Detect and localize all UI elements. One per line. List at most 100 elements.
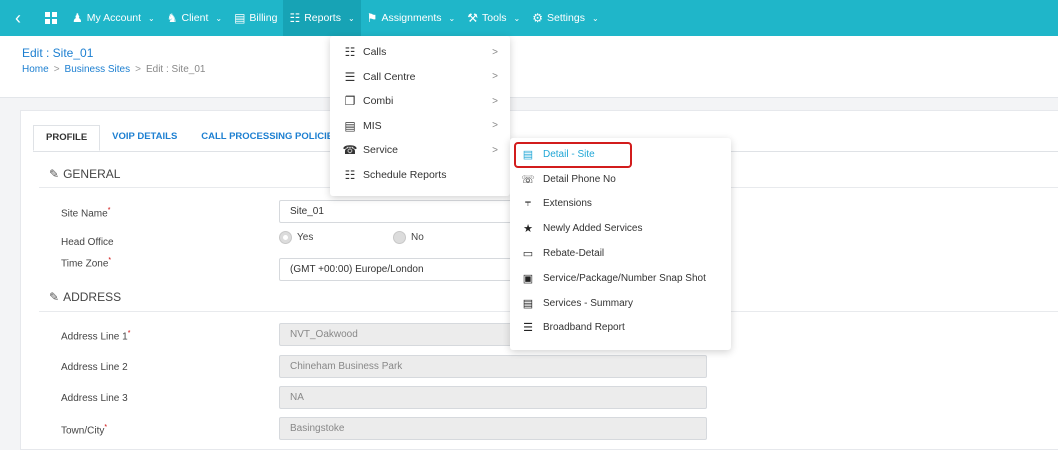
submenu-item-label: Detail - Site (543, 148, 595, 160)
nav-settings[interactable]: ⚙ Settings ⌄ (526, 0, 604, 36)
tab-voip-details[interactable]: VOIP DETAILS (100, 125, 189, 151)
menu-item-label: Service (363, 144, 399, 157)
nav-tools[interactable]: ⚒ Tools ⌄ (461, 0, 526, 36)
menu-item-label: Combi (363, 95, 394, 108)
menu-item-mis[interactable]: ▤ MIS > (330, 114, 510, 139)
menu-item-schedule-reports[interactable]: ☷ Schedule Reports (330, 163, 510, 188)
menu-item-call-centre[interactable]: ☰ Call Centre > (330, 65, 510, 90)
address-line-2-label: Address Line 2 (61, 362, 128, 373)
chevron-down-icon: ⌄ (215, 13, 223, 23)
users-icon: ♞ (166, 11, 178, 25)
address-heading-text: ADDRESS (63, 290, 122, 304)
user-icon: ♟ (72, 11, 83, 25)
reports-dropdown-menu: ☷ Calls > ☰ Call Centre > ❐ Combi > ▤ MI… (330, 36, 510, 196)
nav-client[interactable]: ♞ Client ⌄ (161, 0, 228, 36)
required-marker: * (104, 424, 108, 431)
tab-bar: PROFILE VOIP DETAILS CALL PROCESSING POL… (33, 125, 351, 151)
address-line-3-input[interactable]: NA (279, 386, 707, 409)
nav-my-account[interactable]: ♟ My Account ⌄ (66, 0, 161, 36)
chevron-down-icon: ⌄ (148, 13, 155, 23)
assign-icon: ⚑ (366, 11, 378, 25)
submenu-item-rebate-detail[interactable]: ▭ Rebate-Detail (510, 241, 731, 266)
nav-reports[interactable]: ☷ Reports ⌄ (283, 0, 361, 36)
menu-item-calls[interactable]: ☷ Calls > (330, 40, 510, 65)
tab-call-processing-policies[interactable]: CALL PROCESSING POLICIES (189, 125, 351, 151)
submenu-item-newly-added-services[interactable]: ★ Newly Added Services (510, 216, 731, 241)
gear-icon: ⚙ (532, 11, 543, 25)
back-chevron-icon[interactable]: ‹ (0, 0, 36, 36)
nav-assignments[interactable]: ⚑ Assignments ⌄ (361, 0, 462, 36)
breadcrumb-current: Edit : Site_01 (145, 64, 206, 75)
chevron-down-icon: ⌄ (448, 13, 456, 23)
nav-label: Client (181, 12, 209, 24)
address-line-2-input[interactable]: Chineham Business Park (279, 355, 707, 378)
head-office-no-radio[interactable]: No (393, 231, 424, 244)
address-line-1-label-text: Address Line 1 (61, 331, 128, 343)
submenu-item-extensions[interactable]: ⫧ Extensions (510, 192, 731, 217)
radio-selected-icon (279, 231, 292, 244)
submenu-item-detail-phone-no[interactable]: ☏ Detail Phone No (510, 167, 731, 192)
breadcrumb-business-sites[interactable]: Business Sites (65, 64, 131, 75)
phone-book-icon: ☏ (521, 173, 535, 186)
radio-no-label: No (411, 232, 424, 243)
top-nav-bar: ‹ ♟ My Account ⌄ ♞ Client ⌄ ▤ Billing ☷ … (0, 0, 1058, 36)
submenu-item-services-summary[interactable]: ▤ Services - Summary (510, 291, 731, 316)
site-name-label-text: Site Name (61, 208, 108, 220)
document-icon: ▤ (522, 148, 534, 161)
nav-label: Billing (249, 12, 278, 24)
submenu-item-label: Detail Phone No (543, 173, 616, 185)
document-icon: ☰ (344, 69, 356, 84)
town-city-label-text: Town/City (61, 425, 105, 437)
submenu-item-label: Service/Package/Number Snap Shot (543, 272, 706, 284)
submenu-item-broadband-report[interactable]: ☰ Broadband Report (510, 316, 731, 341)
town-city-input[interactable]: Basingstoke (279, 417, 707, 440)
chevron-right-icon: > (492, 95, 498, 107)
submenu-item-detail-site[interactable]: ▤ Detail - Site (510, 142, 731, 167)
nav-label: Settings (547, 12, 585, 24)
chevron-down-icon: ⌄ (513, 13, 521, 23)
general-heading-text: GENERAL (63, 167, 121, 181)
submenu-item-snapshot[interactable]: ▣ Service/Package/Number Snap Shot (510, 266, 731, 291)
copy-icon: ❐ (344, 94, 356, 109)
nav-label: Reports (304, 12, 341, 24)
chevron-down-icon: ⌄ (591, 13, 599, 23)
address-line-1-label: Address Line 1* (61, 330, 130, 342)
nav-label: My Account (86, 12, 142, 24)
chevron-down-icon: ⌄ (347, 13, 355, 23)
breadcrumb-separator-icon: > (135, 64, 141, 75)
menu-item-label: Call Centre (363, 70, 416, 83)
apps-grid-icon[interactable] (36, 12, 66, 24)
money-icon: ▭ (522, 248, 534, 261)
radio-yes-label: Yes (297, 232, 314, 243)
edit-icon: ✎ (49, 167, 60, 181)
submenu-item-label: Services - Summary (543, 297, 634, 309)
address-line-3-label: Address Line 3 (61, 393, 128, 404)
tab-profile[interactable]: PROFILE (33, 125, 101, 151)
time-zone-label: Time Zone* (61, 257, 111, 269)
radio-unselected-icon (393, 231, 406, 244)
head-office-yes-radio[interactable]: Yes (279, 231, 313, 244)
submenu-item-label: Rebate-Detail (543, 248, 605, 260)
submenu-item-label: Newly Added Services (543, 223, 643, 235)
phone-icon: ☎ (342, 143, 358, 158)
required-marker: * (127, 330, 131, 337)
required-marker: * (107, 207, 111, 214)
star-icon: ★ (523, 223, 533, 236)
menu-item-combi[interactable]: ❐ Combi > (330, 89, 510, 114)
chevron-right-icon: > (492, 144, 498, 156)
menu-item-label: Calls (363, 46, 387, 59)
breadcrumb: Home > Business Sites > Edit : Site_01 (22, 64, 1036, 75)
submenu-item-label: Broadband Report (543, 322, 625, 334)
tools-icon: ⚒ (467, 11, 479, 25)
time-zone-label-text: Time Zone (61, 258, 109, 270)
camera-icon: ▣ (522, 272, 534, 285)
nav-label: Assignments (381, 12, 442, 24)
chevron-right-icon: > (492, 46, 498, 58)
menu-item-service[interactable]: ☎ Service > (330, 138, 510, 163)
edit-icon: ✎ (49, 290, 60, 304)
billing-icon: ▤ (234, 11, 246, 25)
breadcrumb-home[interactable]: Home (22, 64, 49, 75)
nav-billing[interactable]: ▤ Billing (228, 0, 283, 36)
required-marker: * (108, 257, 112, 264)
head-office-label: Head Office (61, 237, 114, 248)
